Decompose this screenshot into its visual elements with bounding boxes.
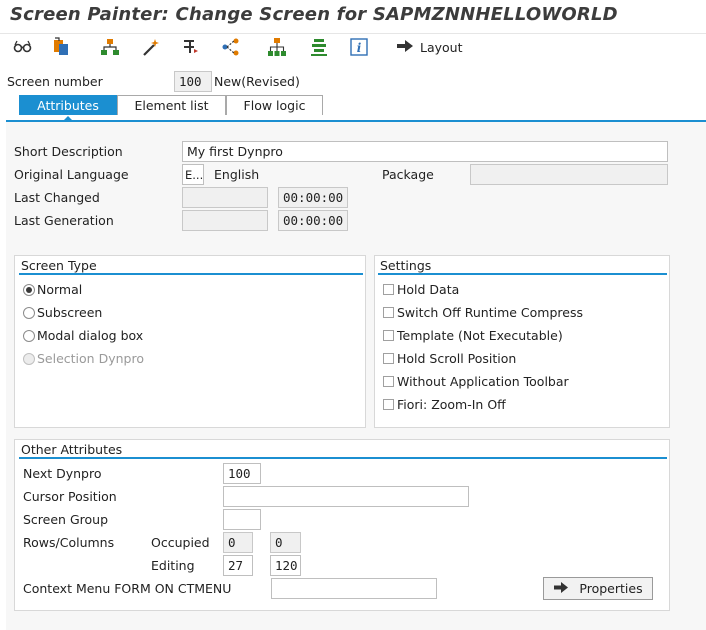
radio-dot <box>23 283 35 296</box>
checkbox-box <box>383 284 394 295</box>
tab-attributes[interactable]: Attributes <box>19 95 117 115</box>
occupied-label: Occupied <box>151 535 210 550</box>
checkbox-template-label: Template (Not Executable) <box>397 328 563 343</box>
last-changed-label: Last Changed <box>14 190 100 205</box>
tab-flow-logic[interactable]: Flow logic <box>226 95 323 115</box>
checkbox-box <box>383 376 394 387</box>
checkbox-hold-data-label: Hold Data <box>397 282 460 297</box>
radio-normal[interactable]: Normal <box>23 282 82 297</box>
where-used-icon[interactable] <box>180 36 202 58</box>
radio-modal-dialog[interactable]: Modal dialog box <box>23 328 143 343</box>
occupied-cols-field: 0 <box>270 532 301 553</box>
checkbox-without-app-toolbar[interactable]: Without Application Toolbar <box>383 374 569 389</box>
checkbox-box <box>383 399 394 410</box>
radio-subscreen[interactable]: Subscreen <box>23 305 102 320</box>
rows-columns-label: Rows/Columns <box>23 535 115 550</box>
short-description-label: Short Description <box>14 144 123 159</box>
settings-title: Settings <box>380 258 432 273</box>
tab-element-list[interactable]: Element list <box>117 95 226 115</box>
glasses-icon[interactable] <box>12 36 34 58</box>
svg-text:i: i <box>357 41 362 55</box>
layout-button[interactable]: Layout <box>396 36 463 58</box>
editing-rows-field[interactable]: 27 <box>223 555 253 576</box>
original-language-label: Original Language <box>14 167 129 182</box>
editing-label: Editing <box>151 558 195 573</box>
radio-dot <box>23 329 35 342</box>
last-generation-label: Last Generation <box>14 213 114 228</box>
other-attributes-underline <box>19 457 667 459</box>
checkbox-fiori-label: Fiori: Zoom-In Off <box>397 397 506 412</box>
last-changed-date-field <box>182 187 268 208</box>
package-field <box>470 164 668 185</box>
cursor-position-label: Cursor Position <box>23 489 117 504</box>
language-code-field[interactable]: E... <box>182 164 204 185</box>
language-name: English <box>214 167 260 182</box>
other-attributes-title: Other Attributes <box>21 442 123 457</box>
properties-button[interactable]: Properties <box>543 577 653 600</box>
radio-selection-dynpro-label: Selection Dynpro <box>37 351 144 366</box>
cursor-position-field[interactable] <box>223 486 469 507</box>
screen-number-label: Screen number <box>7 74 103 89</box>
occupied-rows-field: 0 <box>223 532 253 553</box>
short-description-field[interactable]: My first Dynpro <box>182 141 668 162</box>
checkbox-box <box>383 353 394 364</box>
layout-label: Layout <box>420 39 463 55</box>
tab-underline <box>6 120 706 122</box>
screen-number-field: 100 <box>174 71 212 92</box>
checkbox-hold-scroll-label: Hold Scroll Position <box>397 351 517 366</box>
radio-normal-label: Normal <box>37 282 83 297</box>
radio-dot <box>23 306 35 319</box>
checkbox-box <box>383 307 394 318</box>
hierarchy-icon[interactable] <box>99 36 121 58</box>
checkbox-switch-off-runtime-compress[interactable]: Switch Off Runtime Compress <box>383 305 583 320</box>
screen-status: New(Revised) <box>214 74 300 89</box>
properties-label: Properties <box>579 581 643 596</box>
radio-subscreen-label: Subscreen <box>37 305 103 320</box>
settings-underline <box>378 273 667 275</box>
radio-dot <box>23 352 35 365</box>
info-icon[interactable]: i <box>348 36 370 58</box>
magic-wand-icon[interactable] <box>140 36 162 58</box>
last-changed-time-field: 00:00:00 <box>278 187 348 208</box>
title-divider <box>0 33 706 34</box>
checkbox-switch-off-label: Switch Off Runtime Compress <box>397 305 583 320</box>
editing-cols-field[interactable]: 120 <box>270 555 301 576</box>
checkbox-box <box>383 330 394 341</box>
next-dynpro-label: Next Dynpro <box>23 466 102 481</box>
radio-selection-dynpro: Selection Dynpro <box>23 351 144 366</box>
checkbox-without-toolbar-label: Without Application Toolbar <box>397 374 569 389</box>
tree-icon[interactable] <box>266 36 288 58</box>
checkbox-hold-scroll-position[interactable]: Hold Scroll Position <box>383 351 516 366</box>
checkbox-hold-data[interactable]: Hold Data <box>383 282 459 297</box>
screen-type-underline <box>19 273 363 275</box>
arrow-right-icon <box>553 581 569 596</box>
screen-group-field[interactable] <box>223 509 261 530</box>
window-title: Screen Painter: Change Screen for SAPMZN… <box>10 4 618 25</box>
context-menu-label: Context Menu FORM ON CTMENU <box>23 581 232 596</box>
next-dynpro-field[interactable]: 100 <box>223 463 261 484</box>
checkbox-fiori-zoom-in-off[interactable]: Fiori: Zoom-In Off <box>383 397 506 412</box>
package-label: Package <box>382 167 434 182</box>
screen-group-label: Screen Group <box>23 512 109 527</box>
checkbox-template[interactable]: Template (Not Executable) <box>383 328 563 343</box>
list-icon[interactable] <box>308 36 330 58</box>
arrow-right-icon <box>396 39 414 55</box>
last-generation-time-field: 00:00:00 <box>278 210 348 231</box>
last-generation-date-field <box>182 210 268 231</box>
context-menu-field[interactable] <box>271 578 437 599</box>
tab-strip: Attributes Element list Flow logic <box>19 95 323 115</box>
screen-type-title: Screen Type <box>21 258 97 273</box>
radio-modal-dialog-label: Modal dialog box <box>37 328 144 343</box>
branch-icon[interactable] <box>220 36 242 58</box>
object-list-icon[interactable] <box>50 36 72 58</box>
